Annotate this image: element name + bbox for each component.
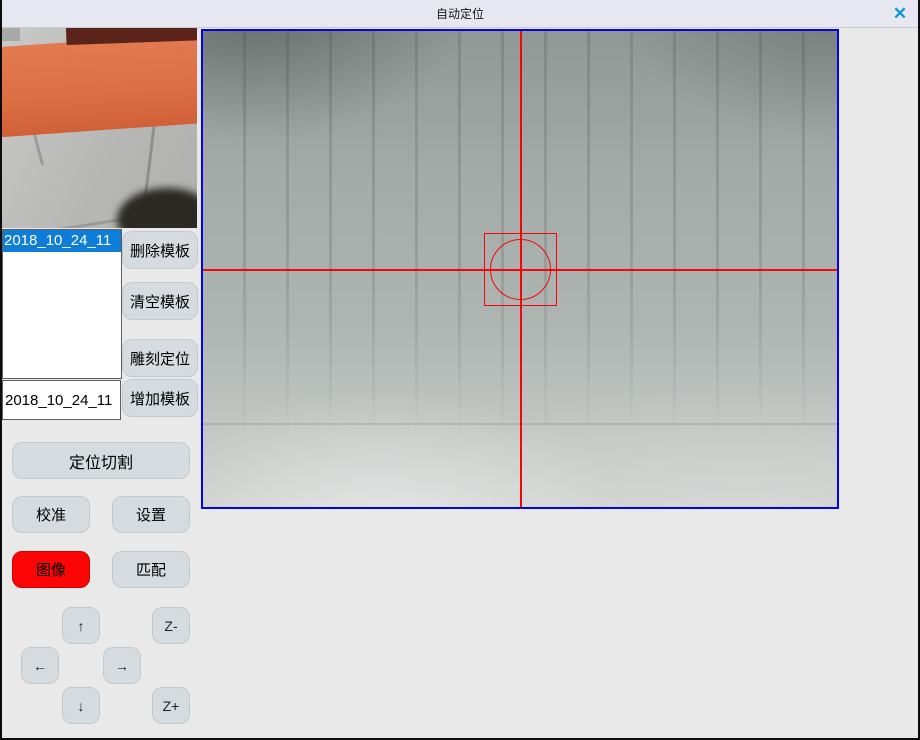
target-circle	[490, 239, 551, 300]
image-button[interactable]: 图像	[12, 551, 90, 588]
template-thumbnail	[2, 28, 197, 228]
template-list[interactable]: 2018_10_24_11	[2, 229, 122, 379]
calibrate-button[interactable]: 校准	[12, 496, 90, 533]
jog-down-button[interactable]: ↓	[62, 687, 100, 724]
auto-position-window: 自动定位 ✕ 2018_10_24_11 删除模板 清空模板 雕刻定位 增加模板…	[0, 0, 920, 740]
window-title: 自动定位	[436, 5, 484, 22]
settings-button[interactable]: 设置	[112, 496, 190, 533]
jog-left-button[interactable]: ←	[21, 647, 59, 684]
clear-templates-button[interactable]: 清空模板	[122, 282, 198, 320]
jog-z-plus-button[interactable]: Z+	[152, 687, 190, 724]
close-icon[interactable]: ✕	[889, 3, 911, 25]
jog-up-button[interactable]: ↑	[62, 607, 100, 644]
add-template-button[interactable]: 增加模板	[122, 379, 198, 417]
thumb-gray-patch	[2, 28, 20, 41]
title-bar: 自动定位 ✕	[2, 0, 918, 28]
camera-view[interactable]	[201, 29, 839, 509]
position-cut-button[interactable]: 定位切割	[12, 442, 190, 479]
list-item-template[interactable]: 2018_10_24_11	[3, 230, 121, 252]
window-body: 2018_10_24_11 删除模板 清空模板 雕刻定位 增加模板 定位切割 校…	[2, 28, 918, 737]
thumb-dark-object	[117, 188, 197, 228]
jog-right-button[interactable]: →	[103, 647, 141, 684]
thumb-orange-band	[2, 32, 197, 137]
delete-template-button[interactable]: 删除模板	[122, 231, 198, 269]
engrave-position-button[interactable]: 雕刻定位	[122, 339, 198, 377]
jog-z-minus-button[interactable]: Z-	[152, 607, 190, 644]
match-button[interactable]: 匹配	[112, 551, 190, 588]
template-name-input[interactable]	[2, 380, 121, 420]
